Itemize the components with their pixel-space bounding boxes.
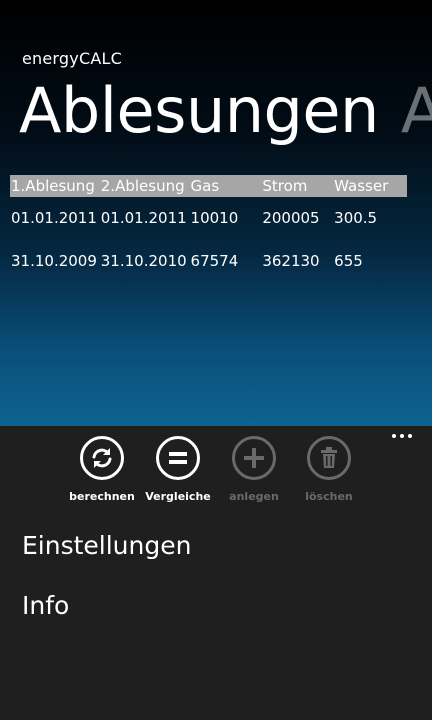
table-cell: 200005 bbox=[262, 209, 320, 227]
vergleiche-button[interactable]: Vergleiche bbox=[140, 436, 216, 503]
loeschen-label: löschen bbox=[305, 490, 353, 503]
equals-icon bbox=[156, 436, 200, 480]
dot-icon bbox=[400, 434, 404, 438]
readings-table: 1.Ablesung 2.Ablesung Gas Strom Wasser 0… bbox=[10, 175, 407, 283]
pivot-item-next-peek[interactable]: Ab bbox=[401, 74, 432, 147]
more-options-button[interactable] bbox=[392, 434, 412, 438]
anlegen-label: anlegen bbox=[229, 490, 279, 503]
column-header-gas: Gas bbox=[190, 177, 220, 195]
berechnen-label: berechnen bbox=[69, 490, 135, 503]
menu-item-einstellungen[interactable]: Einstellungen bbox=[22, 530, 191, 562]
table-cell: 31.10.2010 bbox=[100, 252, 187, 270]
column-header-strom: Strom bbox=[262, 177, 308, 195]
phone-screen: energyCALC Ablesungen Ab 1.Ablesung 2.Abl… bbox=[0, 0, 432, 720]
add-icon bbox=[232, 436, 276, 480]
menu-item-info[interactable]: Info bbox=[22, 590, 69, 622]
refresh-icon bbox=[80, 436, 124, 480]
table-cell: 362130 bbox=[262, 252, 320, 270]
table-cell: 655 bbox=[334, 252, 363, 270]
table-row[interactable]: 01.01.2011 01.01.2011 10010 200005 300.5 bbox=[10, 196, 407, 240]
column-header-ablesung-2: 2.Ablesung bbox=[100, 177, 185, 195]
dot-icon bbox=[408, 434, 412, 438]
table-cell: 01.01.2011 bbox=[100, 209, 187, 227]
pivot-item-ablesungen[interactable]: Ablesungen bbox=[19, 74, 379, 147]
dot-icon bbox=[392, 434, 396, 438]
column-header-wasser: Wasser bbox=[334, 177, 389, 195]
table-cell: 10010 bbox=[190, 209, 239, 227]
trash-icon bbox=[307, 436, 351, 480]
table-cell: 01.01.2011 bbox=[11, 209, 97, 227]
app-title: energyCALC bbox=[22, 49, 122, 68]
table-cell: 31.10.2009 bbox=[11, 252, 97, 270]
column-header-ablesung-1: 1.Ablesung bbox=[11, 177, 95, 195]
table-cell: 67574 bbox=[190, 252, 239, 270]
table-header-row: 1.Ablesung 2.Ablesung Gas Strom Wasser bbox=[10, 175, 407, 197]
content-area: energyCALC Ablesungen Ab 1.Ablesung 2.Abl… bbox=[0, 0, 432, 426]
loeschen-button[interactable]: löschen bbox=[291, 436, 367, 503]
table-cell: 300.5 bbox=[334, 209, 378, 227]
table-row[interactable]: 31.10.2009 31.10.2010 67574 362130 655 bbox=[10, 239, 407, 283]
berechnen-button[interactable]: berechnen bbox=[64, 436, 140, 503]
pivot-header: Ablesungen Ab bbox=[19, 74, 432, 148]
vergleiche-label: Vergleiche bbox=[145, 490, 211, 503]
anlegen-button[interactable]: anlegen bbox=[216, 436, 292, 503]
app-bar: berechnen Vergleiche anlegen löschen Ein… bbox=[0, 426, 432, 720]
